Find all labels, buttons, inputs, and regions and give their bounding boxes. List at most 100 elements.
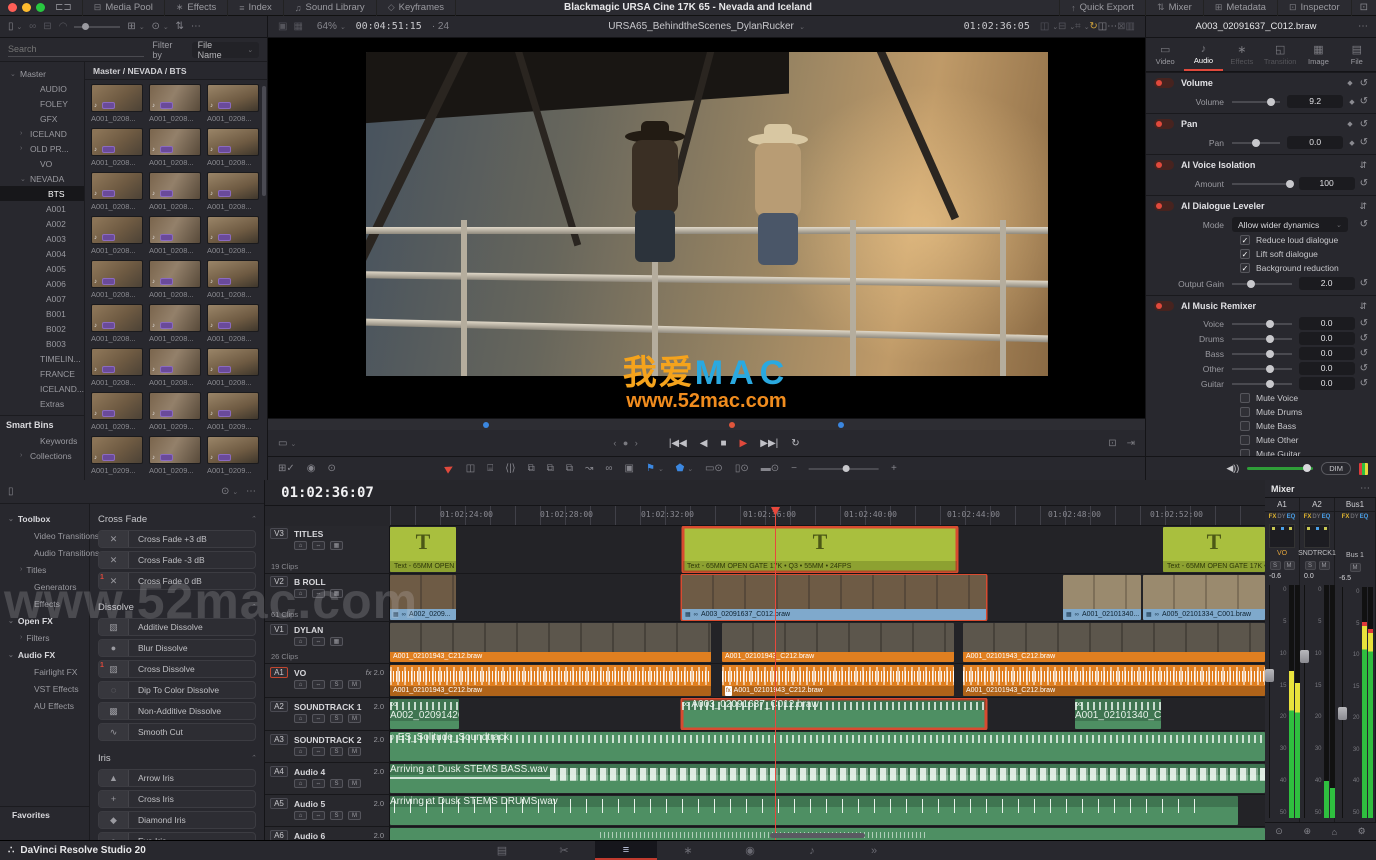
mute-button[interactable]: M bbox=[1350, 563, 1361, 572]
bin-item[interactable]: B003 bbox=[0, 336, 84, 351]
checkbox-unchecked[interactable] bbox=[1240, 407, 1250, 417]
lock-icon[interactable]: ⌂ bbox=[294, 747, 307, 756]
effects-nav-item[interactable]: ⌄Audio FX bbox=[0, 646, 89, 663]
page-button[interactable]: ∗ bbox=[657, 841, 719, 860]
media-clip[interactable]: ♪A001_0208... bbox=[149, 260, 206, 299]
remixer-value[interactable]: 0.0 bbox=[1299, 317, 1355, 330]
zoom-in-icon[interactable]: + bbox=[891, 463, 897, 474]
audio-clip[interactable]: Arriving at Dusk STEMS DRUMS.wav bbox=[390, 796, 1238, 825]
speaker-icon[interactable]: ◀)) bbox=[1226, 463, 1239, 474]
mute-button[interactable]: M bbox=[348, 680, 361, 689]
bin-item[interactable]: B001 bbox=[0, 306, 84, 321]
viewer-more-icon[interactable]: ⋯ bbox=[1107, 21, 1117, 32]
collapse-icon[interactable]: ⌃ bbox=[250, 515, 256, 523]
thumb-size-slider[interactable] bbox=[74, 26, 120, 28]
voice-isolation-toggle[interactable] bbox=[1154, 160, 1174, 170]
reset-icon[interactable]: ↺ bbox=[1360, 219, 1368, 230]
collaboration-icon[interactable]: ⊕ bbox=[1303, 826, 1311, 837]
video-clip[interactable]: ▦∞A002_0209... bbox=[390, 575, 456, 620]
reset-icon[interactable]: ↺ bbox=[1360, 333, 1368, 344]
mute-button[interactable]: M bbox=[348, 714, 361, 723]
effects-nav-item[interactable]: Audio Transitions bbox=[0, 544, 89, 561]
page-button[interactable]: ♪ bbox=[781, 841, 843, 860]
inspector-tab[interactable]: ▭Video bbox=[1146, 38, 1184, 71]
media-clip[interactable]: ♪A001_0209... bbox=[149, 436, 206, 475]
remixer-value[interactable]: 0.0 bbox=[1299, 332, 1355, 345]
video-clip[interactable]: ▦∞A003_02091637_C012.braw bbox=[682, 575, 986, 620]
fx-badge[interactable]: FX bbox=[1342, 514, 1350, 520]
bin-item[interactable]: ⌄Master bbox=[0, 66, 84, 81]
fader[interactable] bbox=[1300, 585, 1309, 818]
inspector-more-icon[interactable]: ⋯ bbox=[1358, 21, 1368, 32]
effects-nav-item[interactable]: ⌄Open FX bbox=[0, 612, 89, 629]
effects-nav-item[interactable]: Favorites bbox=[0, 806, 89, 823]
reset-icon[interactable]: ↺ bbox=[1360, 78, 1368, 89]
keyframe-icon[interactable]: ◆ bbox=[1347, 120, 1352, 128]
bin-item[interactable]: A005 bbox=[0, 261, 84, 276]
reset-icon[interactable]: ↺ bbox=[1360, 363, 1368, 374]
track-header-v2[interactable]: V2B ROLL ⌂⇔▦ 61 Clips bbox=[265, 574, 390, 621]
play-reverse-button[interactable]: ◀ bbox=[700, 438, 708, 449]
dynamics-badge[interactable]: DY bbox=[1350, 514, 1358, 520]
grid-view-icon[interactable]: ⊞ ⌄ bbox=[127, 21, 144, 32]
split-view-icon[interactable]: ◫ bbox=[1098, 21, 1107, 32]
reset-icon[interactable]: ↺ bbox=[1360, 378, 1368, 389]
bin-item[interactable]: ⌄NEVADA bbox=[0, 171, 84, 186]
media-clip[interactable]: ♪A001_0208... bbox=[91, 172, 148, 211]
top-nav-button[interactable]: ↑Quick Export bbox=[1059, 0, 1146, 16]
media-clip[interactable]: ♪A001_0208... bbox=[149, 304, 206, 343]
amount-value[interactable]: 100 bbox=[1299, 177, 1355, 190]
top-nav-button[interactable]: ⇅Mixer bbox=[1146, 0, 1204, 16]
media-clip[interactable]: ♪A001_0208... bbox=[207, 216, 264, 255]
stop-button[interactable]: ■ bbox=[721, 438, 727, 449]
auto-select-icon[interactable]: ⇔ bbox=[312, 680, 325, 689]
link-icon[interactable]: ∞ bbox=[605, 463, 612, 474]
media-clip[interactable]: ♪A001_0208... bbox=[207, 84, 264, 123]
bin-item[interactable]: A001 bbox=[0, 201, 84, 216]
link-bins-icon[interactable]: ∞ bbox=[29, 21, 36, 32]
effects-nav-item[interactable]: ⌄Toolbox bbox=[0, 510, 89, 527]
zoom-slider[interactable] bbox=[809, 468, 879, 470]
marker-icon[interactable]: ⬟ ⌄ bbox=[676, 463, 693, 474]
eq-badge[interactable]: EQ bbox=[1360, 514, 1369, 520]
more-options-icon[interactable]: ⋯ bbox=[191, 21, 201, 32]
bin-item[interactable]: ICELAND... bbox=[0, 381, 84, 396]
media-clip[interactable]: ♪A001_0209... bbox=[207, 392, 264, 431]
mixer-more-icon[interactable]: ⋯ bbox=[1360, 483, 1370, 494]
effects-nav-item[interactable]: Generators bbox=[0, 578, 89, 595]
reset-icon[interactable]: ↺ bbox=[1360, 137, 1368, 148]
pan-pad[interactable] bbox=[1304, 524, 1330, 548]
auto-select-icon[interactable]: ⇔ bbox=[312, 541, 325, 550]
fx-badge[interactable]: FX bbox=[1269, 514, 1277, 520]
dynamic-trim-icon[interactable]: ⟨|⟩ bbox=[505, 463, 515, 474]
remixer-value[interactable]: 0.0 bbox=[1299, 347, 1355, 360]
track-header-v1[interactable]: V1DYLAN ⌂⇔▦ 26 Clips bbox=[265, 622, 390, 663]
effects-nav-item[interactable]: Video Transitions bbox=[0, 527, 89, 544]
inspector-tab[interactable]: ▦Image bbox=[1299, 38, 1337, 71]
inspector-tab[interactable]: ▤File bbox=[1338, 38, 1376, 71]
auto-select-icon[interactable]: ⇔ bbox=[312, 779, 325, 788]
enable-icon[interactable]: ▦ bbox=[330, 589, 343, 598]
dual-screen-icon[interactable]: ⊏⊐ bbox=[55, 2, 72, 13]
marker-red[interactable] bbox=[729, 422, 735, 428]
film-view-icon[interactable]: ▦ bbox=[293, 21, 302, 32]
title-clip[interactable]: TText - 65MM OPEN GATE 17K • Q3 • 55MM •… bbox=[683, 527, 957, 572]
top-nav-button[interactable]: ⊡Inspector bbox=[1278, 0, 1352, 16]
audio-clip[interactable]: A001_02101943_C212.braw bbox=[963, 665, 1265, 696]
bin-item[interactable]: B002 bbox=[0, 321, 84, 336]
dialogue-leveler-toggle[interactable] bbox=[1154, 201, 1174, 211]
reset-icon[interactable]: ↺ bbox=[1360, 178, 1368, 189]
checkbox-checked[interactable]: ✓ bbox=[1240, 235, 1250, 245]
remixer-slider[interactable] bbox=[1232, 323, 1292, 325]
effects-nav-item[interactable]: Fairlight FX bbox=[0, 663, 89, 680]
viewer-zoom-select[interactable]: 64% ⌄ bbox=[317, 21, 346, 32]
solo-button[interactable]: S bbox=[330, 811, 343, 820]
bin-item[interactable]: A002 bbox=[0, 216, 84, 231]
remixer-slider[interactable] bbox=[1232, 338, 1292, 340]
auto-select-icon[interactable]: ⇔ bbox=[312, 589, 325, 598]
media-clip[interactable]: ♪A001_0208... bbox=[149, 128, 206, 167]
marker-blue[interactable] bbox=[838, 422, 844, 428]
transition-item[interactable]: ◌Dip To Color Dissolve bbox=[98, 681, 256, 699]
traffic-lights[interactable] bbox=[8, 3, 45, 12]
track-header-a4[interactable]: A4Audio 42.0 ⌂⇔SM bbox=[265, 763, 390, 794]
